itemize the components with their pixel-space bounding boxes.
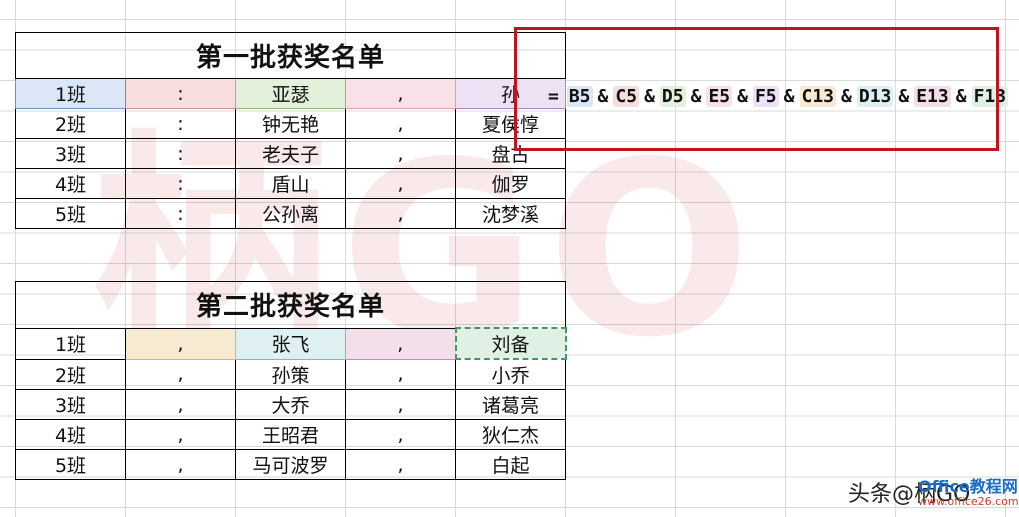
table-title[interactable]: 第一批获奖名单 <box>15 32 566 79</box>
cell[interactable]: 1班 <box>15 78 126 109</box>
cell[interactable]: 3班 <box>15 389 126 420</box>
cell[interactable]: 公孙离 <box>235 198 346 229</box>
formula-ref-d5: D5 <box>659 85 686 107</box>
cell[interactable]: : <box>125 198 236 229</box>
cell[interactable]: , <box>125 358 236 390</box>
cell[interactable]: , <box>345 419 456 450</box>
table-title[interactable]: 第二批获奖名单 <box>15 281 566 329</box>
formula-ampersand: & <box>690 85 702 107</box>
cell[interactable]: , <box>345 358 456 390</box>
cell[interactable]: , <box>125 327 236 360</box>
site-logo-title: Office教程网 <box>918 477 1018 496</box>
cell[interactable]: , <box>345 449 456 480</box>
cell[interactable]: 伽罗 <box>455 168 566 199</box>
formula-ref-e5: E5 <box>706 85 733 107</box>
cell[interactable]: 王昭君 <box>235 419 346 450</box>
cell[interactable]: 马可波罗 <box>235 449 346 480</box>
cell[interactable]: , <box>345 138 456 169</box>
cell[interactable]: 白起 <box>455 449 566 480</box>
formula-equals: = <box>548 85 559 107</box>
cell[interactable]: : <box>125 168 236 199</box>
cell[interactable]: 大乔 <box>235 389 346 420</box>
cell[interactable]: 狄仁杰 <box>455 419 566 450</box>
formula-ampersand: & <box>841 85 852 107</box>
cell[interactable]: , <box>345 327 456 360</box>
table-row: 4班 : 盾山 , 伽罗 <box>15 168 566 199</box>
cell[interactable]: 孙策 <box>235 358 346 390</box>
cell[interactable]: , <box>125 389 236 420</box>
cell[interactable]: , <box>345 198 456 229</box>
table-row: 3班 , 大乔 , 诸葛亮 <box>15 389 566 420</box>
cell[interactable]: 亚瑟 <box>235 78 346 109</box>
formula-ref-b5: B5 <box>566 85 593 107</box>
table-row: 2班 : 钟无艳 , 夏侯惇 <box>15 108 566 139</box>
cell[interactable]: 小乔 <box>455 358 566 390</box>
formula-ampersand: & <box>898 85 910 107</box>
cell[interactable]: 4班 <box>15 419 126 450</box>
formula-ref-e13: E13 <box>914 85 951 107</box>
cell[interactable]: 2班 <box>15 108 126 139</box>
formula-ampersand: & <box>737 85 748 107</box>
formula-ref-d13: D13 <box>856 85 894 107</box>
formula-ampersand: & <box>644 85 655 107</box>
cell[interactable]: 刘备 <box>454 327 567 360</box>
site-logo-url: www.office26.com <box>918 495 1019 508</box>
award-table-first: 第一批获奖名单 1班 : 亚瑟 , 孙 2班 : 钟无艳 , 夏侯惇 3班 : … <box>15 32 566 229</box>
cell[interactable]: 5班 <box>15 449 126 480</box>
cell[interactable]: : <box>125 138 236 169</box>
cell[interactable]: , <box>125 449 236 480</box>
formula-ref-c13: C13 <box>799 85 837 107</box>
table-row: 3班 : 老夫子 , 盘古 <box>15 138 566 169</box>
cell[interactable]: 盾山 <box>235 168 346 199</box>
cell[interactable]: 2班 <box>15 358 126 390</box>
cell[interactable]: 钟无艳 <box>235 108 346 139</box>
cell[interactable]: 沈梦溪 <box>455 198 566 229</box>
formula-ref-c5: C5 <box>613 85 640 107</box>
formula-ref-f13: F13 <box>971 85 1009 107</box>
table-row: 5班 , 马可波罗 , 白起 <box>15 449 566 480</box>
cell[interactable]: 夏侯惇 <box>455 108 566 139</box>
cell[interactable]: , <box>345 168 456 199</box>
cell[interactable]: , <box>345 108 456 139</box>
cell[interactable]: 张飞 <box>235 327 346 360</box>
table-row: 5班 : 公孙离 , 沈梦溪 <box>15 198 566 229</box>
table-row: 2班 , 孙策 , 小乔 <box>15 358 566 390</box>
award-table-second: 第二批获奖名单 1班 , 张飞 , 刘备 2班 , 孙策 , 小乔 3班 , 大… <box>15 281 567 480</box>
cell[interactable]: : <box>125 78 236 109</box>
cell[interactable]: , <box>345 389 456 420</box>
formula-ref-f5: F5 <box>752 85 779 107</box>
site-logo: Office教程网 www.office26.com <box>918 478 1019 508</box>
table-row: 1班 , 张飞 , 刘备 <box>15 327 567 360</box>
cell[interactable]: 4班 <box>15 168 126 199</box>
cell[interactable]: : <box>125 108 236 139</box>
formula-ampersand: & <box>955 85 967 107</box>
cell[interactable]: 5班 <box>15 198 126 229</box>
table-row: 1班 : 亚瑟 , 孙 <box>15 78 566 109</box>
cell[interactable]: 老夫子 <box>235 138 346 169</box>
cell[interactable]: 3班 <box>15 138 126 169</box>
cell[interactable]: 盘古 <box>455 138 566 169</box>
cell[interactable]: 诸葛亮 <box>455 389 566 420</box>
cell[interactable]: , <box>125 419 236 450</box>
formula-ampersand: & <box>597 85 609 107</box>
cell[interactable]: , <box>345 78 456 109</box>
cell[interactable]: 1班 <box>15 327 126 360</box>
table-row: 4班 , 王昭君 , 狄仁杰 <box>15 419 566 450</box>
formula-edit-cell[interactable]: = B5 & C5 & D5 & E5 & F5 & C13 & D13 & E13 & F13 <box>548 82 1009 110</box>
formula-ampersand: & <box>783 85 795 107</box>
